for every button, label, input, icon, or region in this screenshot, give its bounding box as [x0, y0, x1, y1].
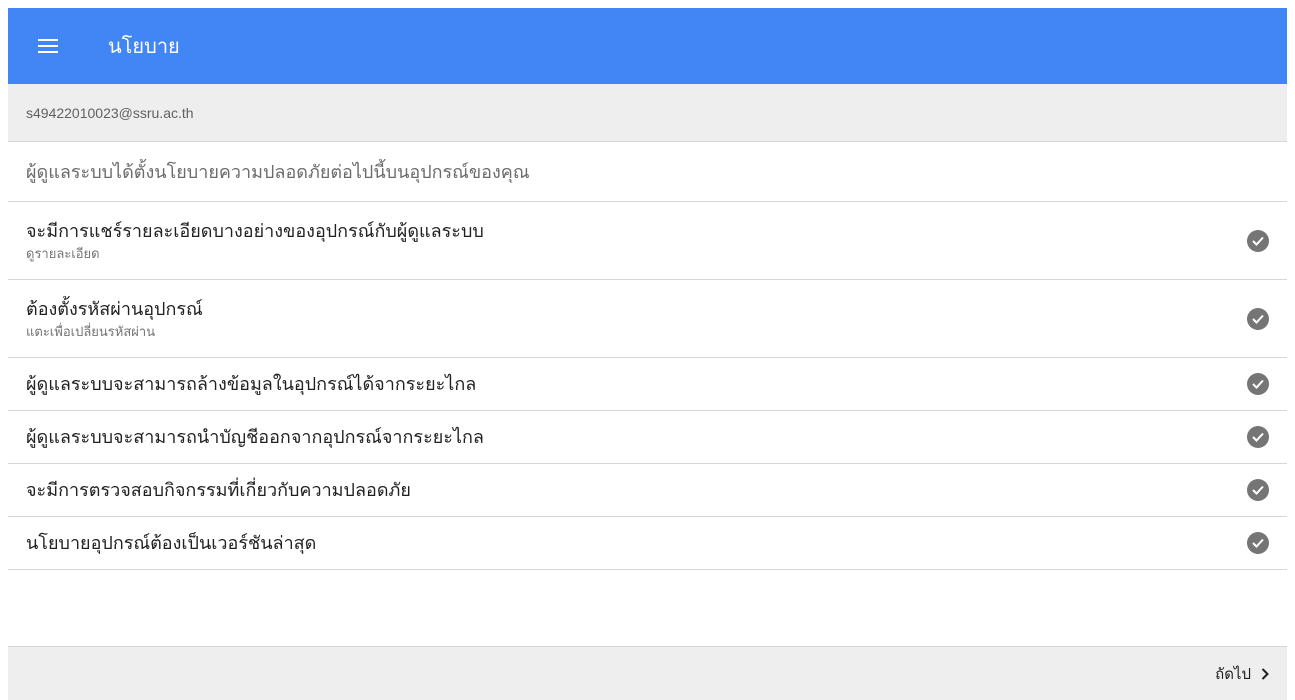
policy-item-remote-wipe: ผู้ดูแลระบบจะสามารถล้างข้อมูลในอุปกรณ์ได… — [8, 358, 1287, 411]
policy-intro: ผู้ดูแลระบบได้ตั้งนโยบายความปลอดภัยต่อไป… — [8, 142, 1287, 202]
check-circle-icon — [1247, 532, 1269, 554]
account-email: s49422010023@ssru.ac.th — [8, 84, 1287, 142]
policy-item-security-audit: จะมีการตรวจสอบกิจกรรมที่เกี่ยวกับความปลอ… — [8, 464, 1287, 517]
check-circle-icon — [1247, 479, 1269, 501]
chevron-right-icon — [1261, 668, 1269, 680]
policy-title: ผู้ดูแลระบบจะสามารถล้างข้อมูลในอุปกรณ์ได… — [26, 374, 477, 394]
policy-subtitle: แตะเพื่อเปลี่ยนรหัสผ่าน — [26, 323, 156, 339]
policy-item-password[interactable]: ต้องตั้งรหัสผ่านอุปกรณ์ แตะเพื่อเปลี่ยนร… — [8, 280, 1287, 358]
app-bar: นโยบาย — [8, 8, 1287, 84]
policy-item-latest-version: นโยบายอุปกรณ์ต้องเป็นเวอร์ชันล่าสุด — [8, 517, 1287, 570]
policy-title: ต้องตั้งรหัสผ่านอุปกรณ์ — [26, 298, 203, 319]
policy-list: จะมีการแชร์รายละเอียดบางอย่างของอุปกรณ์ก… — [8, 202, 1287, 570]
policy-item-share-details[interactable]: จะมีการแชร์รายละเอียดบางอย่างของอุปกรณ์ก… — [8, 202, 1287, 280]
next-button[interactable]: ถัดไป — [1215, 647, 1269, 700]
policy-title: นโยบายอุปกรณ์ต้องเป็นเวอร์ชันล่าสุด — [26, 533, 317, 553]
policy-item-remove-account: ผู้ดูแลระบบจะสามารถนำบัญชีออกจากอุปกรณ์จ… — [8, 411, 1287, 464]
next-label: ถัดไป — [1215, 666, 1251, 683]
menu-icon — [38, 39, 58, 53]
check-circle-icon — [1247, 307, 1269, 330]
policy-title: จะมีการแชร์รายละเอียดบางอย่างของอุปกรณ์ก… — [26, 220, 484, 241]
policy-title: จะมีการตรวจสอบกิจกรรมที่เกี่ยวกับความปลอ… — [26, 480, 411, 500]
check-circle-icon — [1247, 229, 1269, 252]
bottom-bar: ถัดไป — [8, 646, 1287, 700]
policy-subtitle: ดูรายละเอียด — [26, 245, 100, 261]
check-circle-icon — [1247, 373, 1269, 395]
policy-title: ผู้ดูแลระบบจะสามารถนำบัญชีออกจากอุปกรณ์จ… — [26, 427, 484, 447]
menu-button[interactable] — [8, 8, 88, 84]
page-title: นโยบาย — [108, 36, 180, 58]
check-circle-icon — [1247, 426, 1269, 448]
